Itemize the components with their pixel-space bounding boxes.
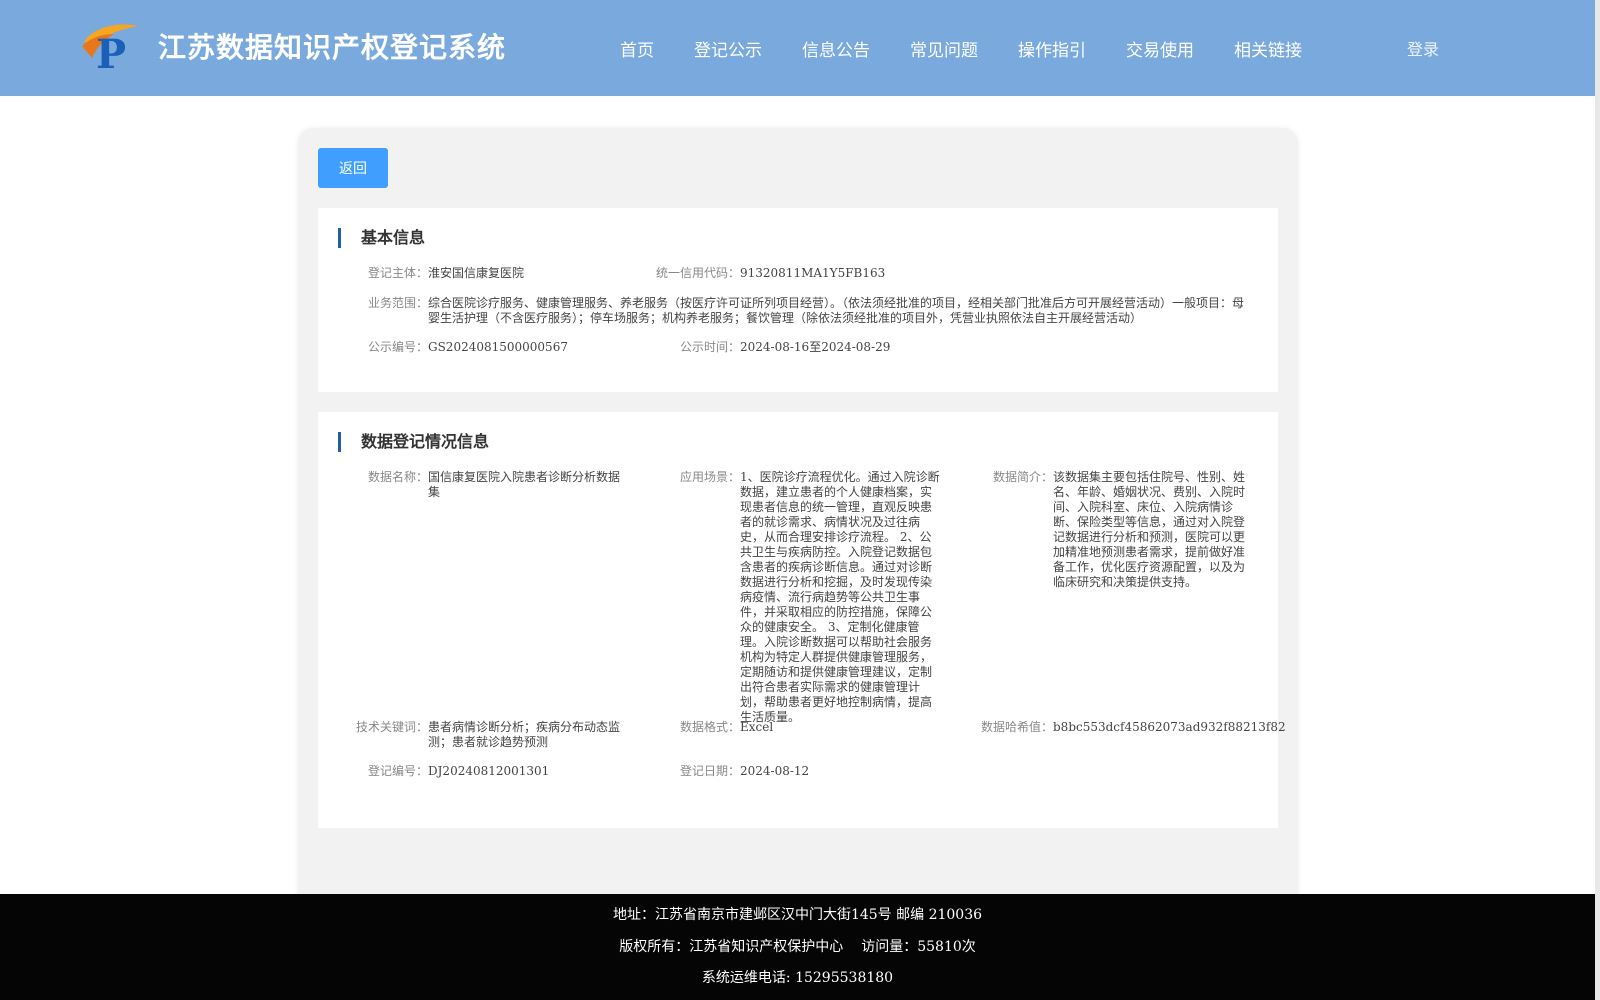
footer-phone: 系统运维电话: 15295538180: [701, 970, 894, 986]
data-intro-field: 数据简介： 该数据集主要包括住院号、性别、姓名、年龄、婚姻状况、费别、入院时间、…: [993, 470, 1246, 590]
data-intro-label: 数据简介：: [992, 470, 1053, 484]
nav-info-announcement[interactable]: 信息公告: [802, 36, 870, 61]
registration-info-card: 数据登记情况信息 数据名称： 国信康复医院入院患者诊断分析数据集 应用场景： 1…: [318, 412, 1286, 828]
data-name-value: 国信康复医院入院患者诊断分析数据集: [428, 470, 621, 499]
nav-guide[interactable]: 操作指引: [1018, 36, 1086, 61]
footer-address: 地址：江苏省南京市建邺区汉中门大街145号 邮编 210036: [612, 907, 983, 923]
nav-trading[interactable]: 交易使用: [1126, 36, 1194, 61]
data-hash-value: b8bc553dcf45862073ad932f88213f82: [1053, 720, 1286, 734]
tech-keywords-label: 技术关键词：: [355, 720, 428, 734]
footer-copyright: 版权所有：江苏省知识产权保护中心: [619, 939, 844, 955]
footer-copyright-row: 版权所有：江苏省知识产权保护中心 访问量：55810次: [0, 936, 1595, 956]
application-scenario-label: 应用场景：: [679, 470, 740, 484]
data-format-field: 数据格式： Excel: [680, 720, 940, 735]
site-title: 江苏数据知识产权登记系统: [158, 31, 507, 64]
publication-number-value: GS2024081500000567: [428, 340, 568, 354]
registration-info-title: 数据登记情况信息: [338, 432, 489, 452]
publication-time-field: 公示时间： 2024-08-16至2024-08-29: [680, 340, 1040, 355]
registration-number-value: DJ20240812001301: [428, 764, 550, 778]
data-hash-field: 数据哈希值： b8bc553dcf45862073ad932f88213f82: [981, 720, 1286, 735]
login-link[interactable]: 登录: [1407, 36, 1439, 60]
detail-panel: 返回 基本信息 登记主体： 淮安国信康复医院 统一信用代码： 91320811M…: [298, 128, 1298, 928]
publication-number-label: 公示编号：: [367, 340, 428, 354]
application-scenario-value: 1、医院诊疗流程优化。通过入院诊断数据，建立患者的个人健康档案，实现患者信息的统…: [740, 470, 940, 724]
subject-value: 淮安国信康复医院: [428, 266, 525, 280]
registration-number-label: 登记编号：: [367, 764, 428, 778]
nav-registration-notice[interactable]: 登记公示: [694, 36, 762, 61]
business-scope-value: 综合医院诊疗服务、健康管理服务、养老服务（按医疗许可证所列项目经营）。（依法须经…: [428, 296, 1245, 325]
site-header: P 江苏数据知识产权登记系统 首页 登记公示 信息公告 常见问题 操作指引 交易…: [0, 0, 1595, 96]
subject-field: 登记主体： 淮安国信康复医院: [368, 266, 628, 281]
registration-date-label: 登记日期：: [679, 764, 740, 778]
business-scope-label: 业务范围：: [367, 296, 428, 310]
tech-keywords-field: 技术关键词： 患者病情诊断分析；疾病分布动态监测；患者就诊趋势预测: [356, 720, 624, 750]
subject-label: 登记主体：: [367, 266, 428, 280]
nav-links[interactable]: 相关链接: [1234, 36, 1302, 61]
business-scope-field: 业务范围： 综合医院诊疗服务、健康管理服务、养老服务（按医疗许可证所列项目经营）…: [368, 296, 1248, 326]
credit-code-field: 统一信用代码： 91320811MA1Y5FB163: [656, 266, 1040, 281]
publication-time-label: 公示时间：: [679, 340, 740, 354]
data-name-field: 数据名称： 国信康复医院入院患者诊断分析数据集: [368, 470, 624, 500]
data-format-value: Excel: [740, 720, 774, 734]
scrollbar[interactable]: [1595, 0, 1600, 1000]
publication-number-field: 公示编号： GS2024081500000567: [368, 340, 628, 355]
application-scenario-field: 应用场景： 1、医院诊疗流程优化。通过入院诊断数据，建立患者的个人健康档案，实现…: [680, 470, 940, 725]
data-name-label: 数据名称：: [367, 470, 428, 484]
nav-faq[interactable]: 常见问题: [910, 36, 978, 61]
main-nav: 首页 登记公示 信息公告 常见问题 操作指引 交易使用 相关链接: [620, 36, 1342, 61]
svg-text:P: P: [96, 31, 126, 72]
registration-date-value: 2024-08-12: [740, 764, 810, 778]
publication-time-value: 2024-08-16至2024-08-29: [740, 340, 891, 354]
registration-date-field: 登记日期： 2024-08-12: [680, 764, 940, 779]
nav-home[interactable]: 首页: [620, 36, 654, 61]
footer-visits: 访问量：55810次: [861, 939, 976, 955]
site-footer: 地址：江苏省南京市建邺区汉中门大街145号 邮编 210036 版权所有：江苏省…: [0, 894, 1595, 1000]
basic-info-title: 基本信息: [338, 228, 425, 248]
data-format-label: 数据格式：: [679, 720, 740, 734]
registration-number-field: 登记编号： DJ20240812001301: [368, 764, 624, 779]
data-intro-value: 该数据集主要包括住院号、性别、姓名、年龄、婚姻状况、费别、入院时间、入院科室、床…: [1053, 470, 1246, 589]
credit-code-value: 91320811MA1Y5FB163: [740, 266, 886, 280]
data-hash-label: 数据哈希值：: [980, 720, 1053, 734]
site-logo-icon[interactable]: P: [80, 20, 140, 72]
tech-keywords-value: 患者病情诊断分析；疾病分布动态监测；患者就诊趋势预测: [428, 720, 621, 749]
back-button[interactable]: 返回: [318, 148, 388, 188]
credit-code-label: 统一信用代码：: [655, 266, 740, 280]
basic-info-card: 基本信息 登记主体： 淮安国信康复医院 统一信用代码： 91320811MA1Y…: [318, 208, 1278, 392]
